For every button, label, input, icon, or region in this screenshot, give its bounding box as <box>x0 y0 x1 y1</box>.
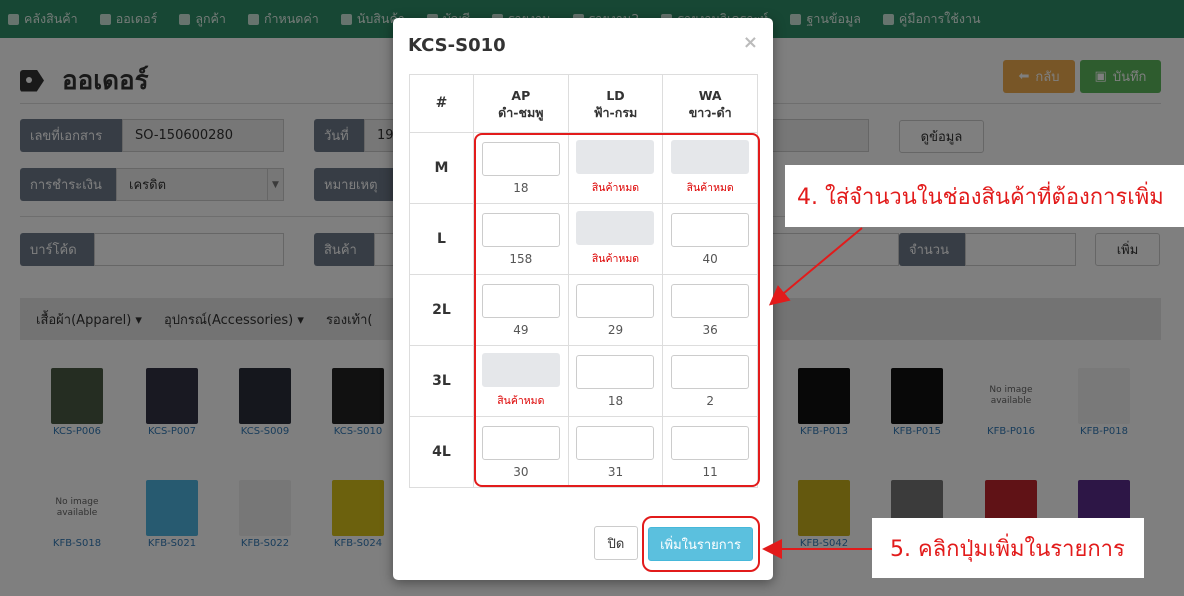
arrow-to-inputs <box>768 227 863 306</box>
annotation-arrows <box>762 227 872 559</box>
callout-step-5: 5. คลิกปุ่มเพิ่มในรายการ <box>872 518 1144 578</box>
callout-step-4: 4. ใส่จำนวนในช่องสินค้าที่ต้องการเพิ่ม <box>785 165 1184 227</box>
